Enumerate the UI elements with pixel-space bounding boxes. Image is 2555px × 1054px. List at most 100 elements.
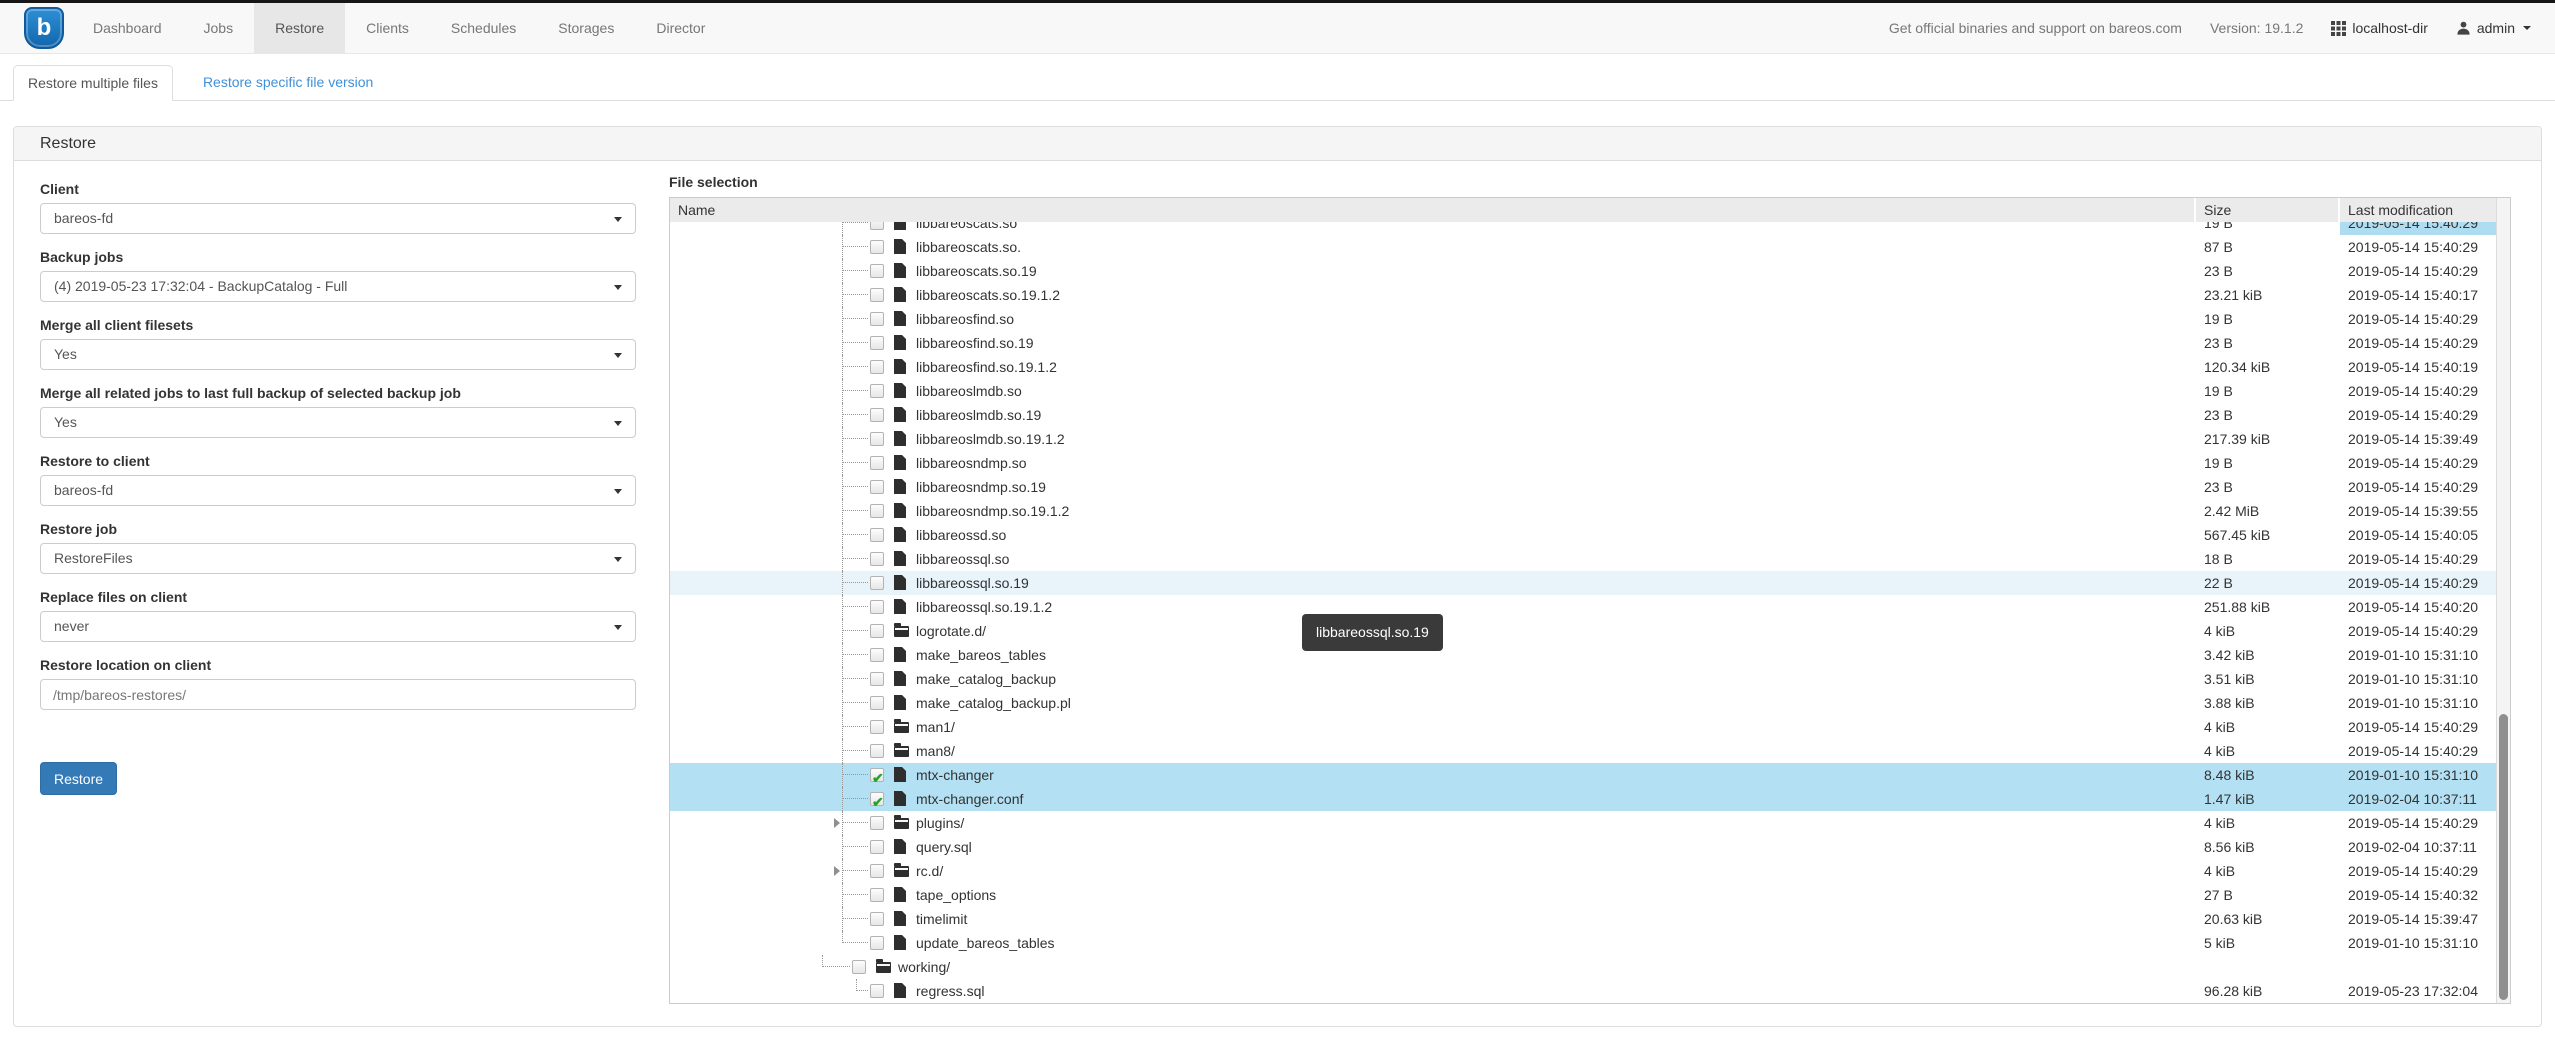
row-checkbox[interactable] <box>870 384 884 398</box>
row-checkbox[interactable] <box>870 912 884 926</box>
table-row[interactable]: libbareosndmp.so19 B2019-05-14 15:40:29 <box>670 451 2510 475</box>
tab-restore-multiple-files[interactable]: Restore multiple files <box>13 65 173 101</box>
table-row[interactable]: libbareossd.so567.45 kiB2019-05-14 15:40… <box>670 523 2510 547</box>
row-checkbox[interactable] <box>870 312 884 326</box>
support-link[interactable]: Get official binaries and support on bar… <box>1889 20 2182 36</box>
chevron-down-icon <box>614 285 622 290</box>
row-checkbox[interactable] <box>870 504 884 518</box>
nav-item-schedules[interactable]: Schedules <box>430 3 537 53</box>
row-checkbox[interactable] <box>870 264 884 278</box>
brand[interactable]: b <box>24 3 64 53</box>
row-checkbox[interactable] <box>870 600 884 614</box>
file-last-modification: 2019-05-14 15:40:29 <box>2340 739 2496 763</box>
table-row[interactable]: libbareoslmdb.so.19.1.2217.39 kiB2019-05… <box>670 427 2510 451</box>
merge-all-client-filesets-select[interactable]: Yes <box>40 339 636 370</box>
restore-job-select[interactable]: RestoreFiles <box>40 543 636 574</box>
table-row[interactable]: tape_options27 B2019-05-14 15:40:32 <box>670 883 2510 907</box>
restore-location-on-client-input[interactable] <box>40 679 636 710</box>
row-checkbox[interactable] <box>870 936 884 950</box>
row-checkbox[interactable] <box>870 840 884 854</box>
file-name: working/ <box>898 955 950 979</box>
expand-icon[interactable] <box>834 818 840 828</box>
table-row[interactable]: man1/4 kiB2019-05-14 15:40:29 <box>670 715 2510 739</box>
table-row[interactable]: working/ <box>670 955 2510 979</box>
table-row[interactable]: make_catalog_backup.pl3.88 kiB2019-01-10… <box>670 691 2510 715</box>
file-size: 27 B <box>2196 883 2340 907</box>
row-checkbox[interactable] <box>870 720 884 734</box>
table-row[interactable]: libbareosfind.so19 B2019-05-14 15:40:29 <box>670 307 2510 331</box>
table-row[interactable]: mtx-changer.conf1.47 kiB2019-02-04 10:37… <box>670 787 2510 811</box>
vertical-scrollbar[interactable] <box>2496 198 2510 1003</box>
row-checkbox[interactable] <box>870 432 884 446</box>
expand-icon[interactable] <box>834 866 840 876</box>
table-row[interactable]: libbareoslmdb.so.1923 B2019-05-14 15:40:… <box>670 403 2510 427</box>
table-row[interactable]: query.sql8.56 kiB2019-02-04 10:37:11 <box>670 835 2510 859</box>
table-row[interactable]: timelimit20.63 kiB2019-05-14 15:39:47 <box>670 907 2510 931</box>
tab-restore-specific-file-version[interactable]: Restore specific file version <box>183 65 393 101</box>
replace-files-on-client-select[interactable]: never <box>40 611 636 642</box>
table-row[interactable]: regress.sql96.28 kiB2019-05-23 17:32:04 <box>670 979 2510 1003</box>
nav-item-director[interactable]: Director <box>635 3 726 53</box>
nav-item-restore[interactable]: Restore <box>254 3 345 53</box>
row-checkbox[interactable] <box>870 576 884 590</box>
table-row[interactable]: libbareossql.so.1922 B2019-05-14 15:40:2… <box>670 571 2510 595</box>
row-checkbox[interactable] <box>870 888 884 902</box>
nav-item-jobs[interactable]: Jobs <box>183 3 255 53</box>
nav-item-storages[interactable]: Storages <box>537 3 635 53</box>
table-row[interactable]: libbareossql.so18 B2019-05-14 15:40:29 <box>670 547 2510 571</box>
table-row[interactable]: logrotate.d/4 kiB2019-05-14 15:40:29 <box>670 619 2510 643</box>
row-checkbox[interactable] <box>870 744 884 758</box>
row-checkbox[interactable] <box>870 480 884 494</box>
restore-button[interactable]: Restore <box>40 762 117 795</box>
client-select[interactable]: bareos-fd <box>40 203 636 234</box>
table-row[interactable]: libbareoscats.so19 B2019-05-14 15:40:29 <box>670 222 2510 235</box>
table-row[interactable]: libbareoscats.so.1923 B2019-05-14 15:40:… <box>670 259 2510 283</box>
column-header-last-modification[interactable]: Last modification <box>2340 198 2496 222</box>
row-checkbox[interactable] <box>870 552 884 566</box>
user-menu[interactable]: admin <box>2456 20 2531 36</box>
row-checkbox[interactable] <box>870 528 884 542</box>
restore-to-client-select[interactable]: bareos-fd <box>40 475 636 506</box>
row-checkbox[interactable] <box>870 624 884 638</box>
row-checkbox[interactable] <box>870 648 884 662</box>
row-checkbox[interactable] <box>870 984 884 998</box>
column-header-name[interactable]: Name <box>670 198 2196 222</box>
row-checkbox[interactable] <box>870 222 884 230</box>
row-checkbox[interactable] <box>870 792 884 806</box>
row-checkbox[interactable] <box>870 768 884 782</box>
table-row[interactable]: make_bareos_tables3.42 kiB2019-01-10 15:… <box>670 643 2510 667</box>
table-row[interactable]: libbareosfind.so.1923 B2019-05-14 15:40:… <box>670 331 2510 355</box>
column-header-size[interactable]: Size <box>2196 198 2340 222</box>
director-menu[interactable]: localhost-dir <box>2331 20 2427 36</box>
table-row[interactable]: plugins/4 kiB2019-05-14 15:40:29 <box>670 811 2510 835</box>
row-checkbox[interactable] <box>870 696 884 710</box>
table-row[interactable]: libbareosndmp.so.19.1.22.42 MiB2019-05-1… <box>670 499 2510 523</box>
merge-all-related-jobs-to-last-full-backup-of-selected-backup-job-select[interactable]: Yes <box>40 407 636 438</box>
table-row[interactable]: libbareosndmp.so.1923 B2019-05-14 15:40:… <box>670 475 2510 499</box>
backup-jobs-select[interactable]: (4) 2019-05-23 17:32:04 - BackupCatalog … <box>40 271 636 302</box>
scrollbar-thumb[interactable] <box>2499 714 2508 1000</box>
file-name: make_bareos_tables <box>916 643 1046 667</box>
row-checkbox[interactable] <box>870 336 884 350</box>
row-checkbox[interactable] <box>870 240 884 254</box>
table-row[interactable]: libbareoscats.so.19.1.223.21 kiB2019-05-… <box>670 283 2510 307</box>
table-row[interactable]: libbareoscats.so.87 B2019-05-14 15:40:29 <box>670 235 2510 259</box>
table-row[interactable]: rc.d/4 kiB2019-05-14 15:40:29 <box>670 859 2510 883</box>
row-checkbox[interactable] <box>870 456 884 470</box>
row-checkbox[interactable] <box>870 672 884 686</box>
table-row[interactable]: libbareosfind.so.19.1.2120.34 kiB2019-05… <box>670 355 2510 379</box>
nav-item-dashboard[interactable]: Dashboard <box>72 3 183 53</box>
row-checkbox[interactable] <box>870 816 884 830</box>
table-row[interactable]: mtx-changer8.48 kiB2019-01-10 15:31:10 <box>670 763 2510 787</box>
row-checkbox[interactable] <box>870 288 884 302</box>
row-checkbox[interactable] <box>870 360 884 374</box>
row-checkbox[interactable] <box>870 864 884 878</box>
row-checkbox[interactable] <box>870 408 884 422</box>
nav-item-clients[interactable]: Clients <box>345 3 430 53</box>
table-row[interactable]: man8/4 kiB2019-05-14 15:40:29 <box>670 739 2510 763</box>
table-row[interactable]: update_bareos_tables5 kiB2019-01-10 15:3… <box>670 931 2510 955</box>
table-row[interactable]: make_catalog_backup3.51 kiB2019-01-10 15… <box>670 667 2510 691</box>
table-row[interactable]: libbareossql.so.19.1.2251.88 kiB2019-05-… <box>670 595 2510 619</box>
table-row[interactable]: libbareoslmdb.so19 B2019-05-14 15:40:29 <box>670 379 2510 403</box>
row-checkbox[interactable] <box>852 960 866 974</box>
